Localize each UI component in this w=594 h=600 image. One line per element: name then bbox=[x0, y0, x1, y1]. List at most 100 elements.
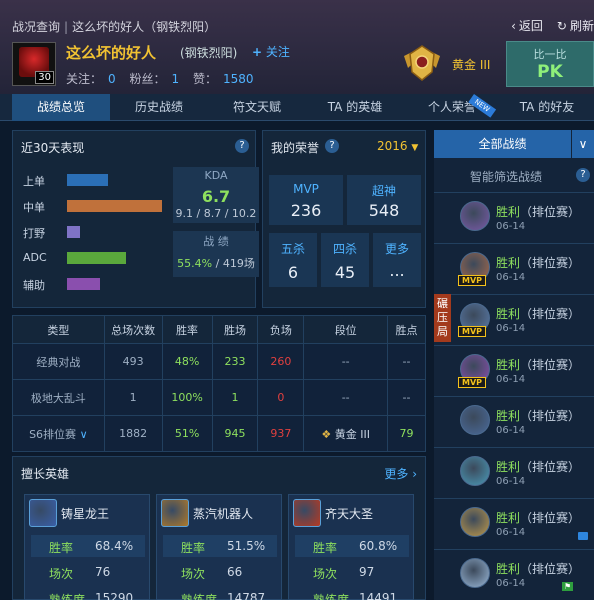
likes-count: 1580 bbox=[222, 72, 254, 86]
match-row[interactable]: 胜利（排位赛） 06-14 bbox=[434, 396, 594, 446]
more-honors-button[interactable]: 更多 ... bbox=[373, 233, 421, 287]
match-row[interactable]: MVP 胜利（排位赛） 06-14 bbox=[434, 243, 594, 293]
likes-label: 赞： bbox=[192, 72, 217, 86]
row-total: 1 bbox=[103, 379, 163, 416]
queue-text: （排位赛） bbox=[520, 562, 581, 576]
match-date: 06-14 bbox=[496, 527, 526, 538]
games-value: / 419场 bbox=[212, 257, 255, 270]
record-label: 战 绩 bbox=[203, 235, 229, 248]
winrate-label: 胜率 bbox=[181, 541, 206, 555]
result-text: 胜利 bbox=[496, 562, 521, 576]
back-chevron-icon: ‹ bbox=[511, 18, 516, 33]
match-row[interactable]: 胜利（排位赛） 06-14 bbox=[434, 498, 594, 548]
pk-title: 比一比 bbox=[533, 48, 567, 61]
mastery-label: 熟练度 bbox=[313, 593, 350, 600]
kda-value: 6.7 bbox=[201, 187, 231, 206]
back-button[interactable]: ‹ 返回 bbox=[511, 17, 543, 34]
refresh-button[interactable]: ↻ 刷新 bbox=[557, 17, 594, 34]
match-row[interactable]: 胜利（排位赛） 06-14 bbox=[434, 192, 594, 242]
refresh-icon: ↻ bbox=[556, 18, 567, 33]
tab-overview[interactable]: 战绩总览 bbox=[12, 94, 110, 121]
tab-heroes[interactable]: TA 的英雄 bbox=[306, 94, 404, 121]
match-row[interactable]: 胜利（排位赛） 06-14 bbox=[434, 549, 594, 599]
row-winrate: 100% bbox=[161, 379, 213, 416]
match-result: 胜利（排位赛） bbox=[496, 305, 580, 322]
lane-label: 辅助 bbox=[23, 279, 45, 292]
follow-button[interactable]: + 关注 bbox=[252, 43, 290, 60]
tab-runes[interactable]: 符文天赋 bbox=[208, 94, 306, 121]
result-text: 胜利 bbox=[496, 460, 521, 474]
fans-label: 粉丝： bbox=[129, 72, 166, 86]
match-row[interactable]: MVP 胜利（排位赛） 06-14 bbox=[434, 294, 594, 344]
help-icon[interactable]: ? bbox=[235, 139, 249, 153]
result-text: 胜利 bbox=[496, 511, 521, 525]
table-row: S6排位赛 ∨ 1882 51% 945 937 ❖ 黄金 III 79 bbox=[12, 415, 426, 452]
match-row[interactable]: 胜利（排位赛） 06-14 bbox=[434, 447, 594, 497]
following-label: 关注： bbox=[66, 72, 103, 86]
rank-label: 黄金 III bbox=[452, 58, 491, 72]
more-ellipsis: ... bbox=[389, 261, 405, 280]
tab-history[interactable]: 历史战绩 bbox=[110, 94, 208, 121]
avatar[interactable]: 30 bbox=[12, 42, 56, 86]
match-result: 胜利（排位赛） bbox=[496, 203, 580, 220]
plus-icon: + bbox=[252, 45, 263, 59]
tier-emblem-icon: ❖ bbox=[321, 427, 332, 441]
result-text: 胜利 bbox=[496, 358, 521, 372]
hero-card[interactable]: 齐天大圣 胜率 60.8% 场次 97 熟练度 14491 bbox=[288, 494, 414, 600]
lane-bar bbox=[67, 252, 126, 264]
fans-count[interactable]: 1 bbox=[172, 72, 180, 86]
match-date: 06-14 bbox=[496, 425, 526, 436]
match-result: 胜利（排位赛） bbox=[496, 509, 580, 526]
row-wins: 945 bbox=[211, 415, 259, 452]
record-value: 55.4% / 419场 bbox=[173, 255, 259, 271]
champion-portrait bbox=[460, 558, 490, 588]
row-lp: 79 bbox=[387, 415, 426, 452]
queue-text: （排位赛） bbox=[520, 409, 581, 423]
help-icon[interactable]: ? bbox=[325, 139, 339, 153]
hero-card[interactable]: 蒸汽机器人 胜率 51.5% 场次 66 熟练度 14787 bbox=[156, 494, 282, 600]
image-icon[interactable] bbox=[578, 532, 588, 540]
hero-mastery-row: 熟练度 15290 bbox=[31, 587, 145, 600]
table-row: 经典对战 493 48% 233 260 -- -- bbox=[12, 343, 426, 380]
breadcrumb-separator: | bbox=[64, 20, 69, 34]
winrate-value: 60.8% bbox=[359, 539, 398, 553]
winrate-label: 胜率 bbox=[49, 541, 74, 555]
hero-card[interactable]: 铸星龙王 胜率 68.4% 场次 76 熟练度 15290 bbox=[24, 494, 150, 600]
hero-name: 齐天大圣 bbox=[325, 507, 374, 521]
smart-filter-label[interactable]: 智能筛选战绩 bbox=[470, 168, 542, 185]
help-icon[interactable]: ? bbox=[576, 168, 590, 182]
penta-stat[interactable]: 五杀 6 bbox=[269, 233, 317, 287]
breadcrumb: 战况查询 | 这么坏的好人（钢铁烈阳） bbox=[12, 18, 216, 35]
queue-text: （排位赛） bbox=[520, 256, 581, 270]
tab-friends[interactable]: TA 的好友 bbox=[500, 94, 594, 121]
quadra-stat[interactable]: 四杀 45 bbox=[321, 233, 369, 287]
honor-title: 我的荣誉 bbox=[271, 141, 320, 155]
godlike-stat[interactable]: 超神 548 bbox=[347, 175, 421, 225]
all-matches-button[interactable]: 全部战绩 bbox=[434, 130, 571, 158]
pk-button[interactable]: 比一比 PK bbox=[506, 41, 594, 87]
heroes-more-link[interactable]: 更多 › bbox=[384, 465, 417, 482]
following-count[interactable]: 0 bbox=[108, 72, 116, 86]
result-text: 胜利 bbox=[496, 409, 521, 423]
match-result: 胜利（排位赛） bbox=[496, 560, 580, 577]
row-winrate: 48% bbox=[161, 343, 213, 380]
row-type: 极地大乱斗 bbox=[12, 379, 105, 416]
hero-name: 蒸汽机器人 bbox=[193, 507, 254, 521]
match-result: 胜利（排位赛） bbox=[496, 254, 580, 271]
lane-bar bbox=[67, 174, 108, 186]
match-filter-dropdown[interactable]: ∨ bbox=[572, 130, 594, 158]
player-name: 这么坏的好人 bbox=[66, 44, 157, 62]
games-label: 场次 bbox=[49, 567, 74, 581]
season-select[interactable]: S6排位赛 ∨ bbox=[12, 415, 105, 452]
mvp-stat[interactable]: MVP 236 bbox=[269, 175, 343, 225]
performance-panel: 近30天表现 ? 上单 中单 打野 ADC 辅助 KDA 6.7 9.1 / 8.7 /… bbox=[12, 130, 259, 308]
mastery-value: 15290 bbox=[95, 591, 134, 600]
row-winrate: 51% bbox=[161, 415, 213, 452]
chevron-down-icon: ∨ bbox=[578, 137, 588, 151]
match-row[interactable]: MVP 胜利（排位赛） 06-14 bbox=[434, 345, 594, 395]
breadcrumb-root[interactable]: 战况查询 bbox=[12, 20, 60, 34]
lane-bar bbox=[67, 200, 162, 212]
hero-portrait bbox=[29, 499, 57, 527]
mvp-badge: MVP bbox=[458, 275, 487, 286]
year-select[interactable]: 2016 ▼ bbox=[377, 139, 418, 153]
